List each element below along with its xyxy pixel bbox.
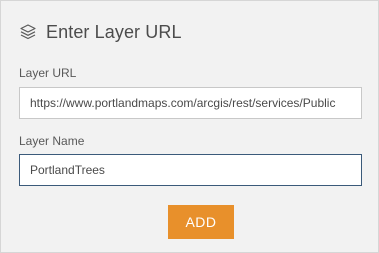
layer-url-input[interactable] [19, 87, 362, 119]
layer-url-label: Layer URL [19, 66, 77, 80]
panel-title: Enter Layer URL [46, 21, 182, 42]
panel-header: Enter Layer URL [19, 19, 182, 45]
layer-name-label: Layer Name [19, 134, 85, 148]
layer-name-input[interactable] [19, 154, 362, 186]
add-button[interactable]: ADD [168, 205, 234, 239]
enter-layer-url-panel: Enter Layer URL Layer URL Layer Name ADD [0, 0, 379, 253]
layers-icon [19, 23, 37, 41]
